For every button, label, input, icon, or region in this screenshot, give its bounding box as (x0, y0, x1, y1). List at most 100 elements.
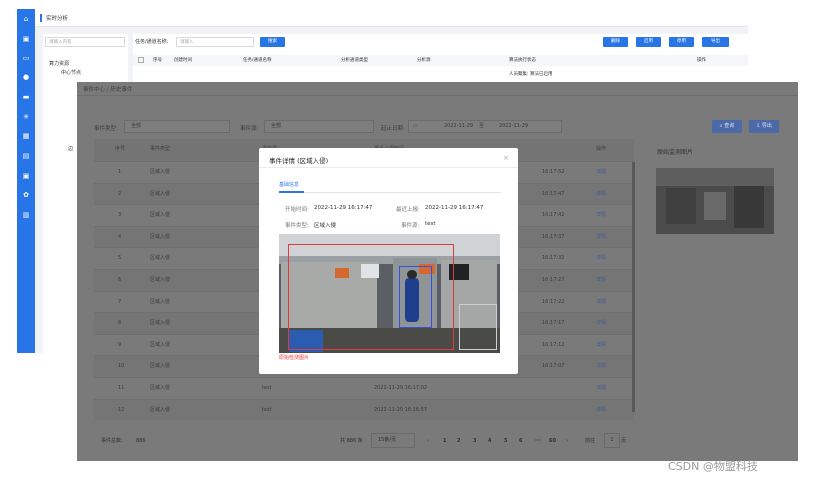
date-range-picker[interactable]: ▭ 2022-11-29 至 2022-11-29 (408, 120, 562, 133)
tree-search-input[interactable]: 请输入内容 (45, 37, 125, 47)
col-header: 算法执行状态 (509, 58, 536, 63)
detail-link[interactable]: 详情 (596, 292, 606, 313)
date-separator: 至 (479, 123, 485, 129)
page-number[interactable]: 5 (504, 436, 507, 446)
top-bar: 实时分析 (35, 9, 748, 27)
monitor-image[interactable] (656, 168, 774, 234)
delete-button[interactable]: 删除 (603, 37, 628, 47)
query-label: 查询 (724, 123, 735, 129)
detail-link[interactable]: 详情 (596, 184, 606, 205)
export-button[interactable]: 导出 (702, 37, 729, 47)
report-time-cell: 16:17:07 (542, 363, 565, 370)
event-type-cell: 区域入侵 (150, 320, 171, 327)
report-time-cell: 16:17:52 (542, 169, 565, 175)
detail-link[interactable]: 详情 (596, 335, 606, 356)
search-button[interactable]: 搜索 (260, 37, 285, 47)
task-label: 任务/通道名称: (135, 39, 169, 45)
event-source-cell: test (262, 406, 272, 413)
page-number[interactable]: 2 (457, 436, 460, 446)
box-icon[interactable]: ▤ (21, 152, 31, 161)
page-number[interactable]: ··· (535, 436, 541, 446)
page-size-select[interactable]: 15条/页 (371, 433, 415, 448)
enable-button[interactable]: 启用 (636, 37, 661, 47)
row-number: 11 (118, 385, 125, 391)
event-type-cell: 区域入侵 (150, 277, 171, 283)
report-time-cell: 2022-11-29 16:17:02 (374, 385, 428, 391)
car-icon[interactable]: ▬ (21, 93, 31, 102)
select-all-checkbox[interactable] (138, 57, 144, 63)
date-end: 2022-11-29 (499, 123, 529, 129)
detail-link[interactable]: 详情 (596, 400, 606, 421)
event-type-cell: 区域入侵 (150, 169, 171, 175)
tab-basic-info[interactable]: 基础信息 (279, 181, 299, 188)
col-header: 分析通道类型 (341, 58, 368, 63)
page-number[interactable]: 6 (519, 436, 522, 446)
disable-button[interactable]: 停用 (669, 37, 694, 47)
task-input[interactable]: 请输入 (176, 37, 254, 47)
detail-link[interactable]: 详情 (596, 205, 606, 226)
col-header: 操作 (697, 58, 706, 63)
event-type-cell: 区域入侵 (150, 190, 171, 197)
watermark: CSDN @物盟科技 (668, 460, 758, 473)
detail-link[interactable]: 详情 (596, 227, 606, 248)
status-text: 人员聚集: 算法已启用 (509, 72, 553, 77)
next-page-icon[interactable]: › (566, 436, 568, 446)
detail-link[interactable]: 详情 (596, 356, 606, 377)
monitor-icon[interactable]: ▭ (21, 54, 31, 63)
col-header: 事件类型 (150, 146, 171, 152)
detail-link[interactable]: 详情 (596, 270, 606, 291)
total-label: 事件总数: (101, 438, 123, 444)
page-number[interactable]: 60 (549, 436, 556, 446)
col-header: 序号 (153, 58, 162, 63)
detail-link[interactable]: 详情 (596, 313, 606, 334)
detail-link[interactable]: 详情 (596, 162, 606, 183)
user-icon[interactable]: ● (21, 73, 31, 82)
report-time-cell: 16:17:32 (542, 255, 565, 262)
event-type-select[interactable]: 全部 (124, 120, 230, 133)
query-button[interactable]: ⌕ 查询 (712, 120, 742, 133)
home-icon[interactable]: ⌂ (21, 15, 31, 24)
row-number: 4 (118, 233, 122, 240)
tree-node[interactable]: 算力资源 (49, 60, 69, 67)
light-icon[interactable]: ✳ (21, 113, 31, 122)
tree-node[interactable]: 中心节点 (61, 69, 81, 76)
detection-image[interactable] (279, 234, 500, 353)
report-time-cell: 16:17:17 (542, 320, 565, 327)
export-button[interactable]: ⇩ 导出 (749, 120, 779, 133)
pager-total: 共 886 条 (340, 438, 363, 444)
row-number: 9 (118, 341, 122, 348)
page-number[interactable]: 4 (488, 436, 491, 446)
start-time-value: 2022-11-29 16:17:47 (314, 205, 373, 211)
camera-icon[interactable]: ▣ (21, 35, 31, 44)
detail-link[interactable]: 详情 (596, 378, 606, 399)
total-value: 886 (136, 438, 146, 444)
settings-icon[interactable]: ✿ (21, 191, 31, 200)
goto-input[interactable]: 1 (604, 433, 620, 448)
table-scrollbar[interactable] (632, 162, 635, 412)
date-start: 2022-11-29 (444, 123, 474, 129)
report-time-cell: 16:17:27 (542, 277, 565, 283)
doc-icon[interactable]: ▥ (21, 211, 31, 220)
event-type-cell: 区域入侵 (150, 233, 171, 240)
row-number: 6 (118, 277, 122, 283)
row-number: 10 (118, 363, 125, 370)
report-time-cell: 2022-11-29 16:16:57 (374, 406, 428, 413)
row-number: 1 (118, 169, 122, 175)
prev-page-icon[interactable]: ‹ (427, 436, 429, 446)
close-icon[interactable]: × (503, 154, 509, 162)
goto-label: 前往 (585, 438, 596, 444)
record-icon[interactable]: ▣ (21, 172, 31, 181)
event-type-value: 区域入侵 (314, 223, 337, 229)
event-type-cell: 区域入侵 (150, 212, 171, 219)
page-number[interactable]: 3 (473, 436, 476, 446)
detail-link[interactable]: 详情 (596, 248, 606, 269)
tree-node[interactable]: 边 (68, 145, 73, 152)
person-box (399, 266, 432, 328)
page-number[interactable]: 1 (443, 436, 446, 446)
grid-icon[interactable]: ▦ (21, 132, 31, 141)
goto-unit: 页 (621, 438, 627, 444)
event-source-select[interactable]: 全部 (264, 120, 374, 133)
table-row: 11 区域入侵 test 2022-11-29 16:17:02 详情 (94, 377, 634, 399)
page-title: 实时分析 (46, 16, 69, 22)
event-source-label: 事件源: (401, 223, 420, 229)
